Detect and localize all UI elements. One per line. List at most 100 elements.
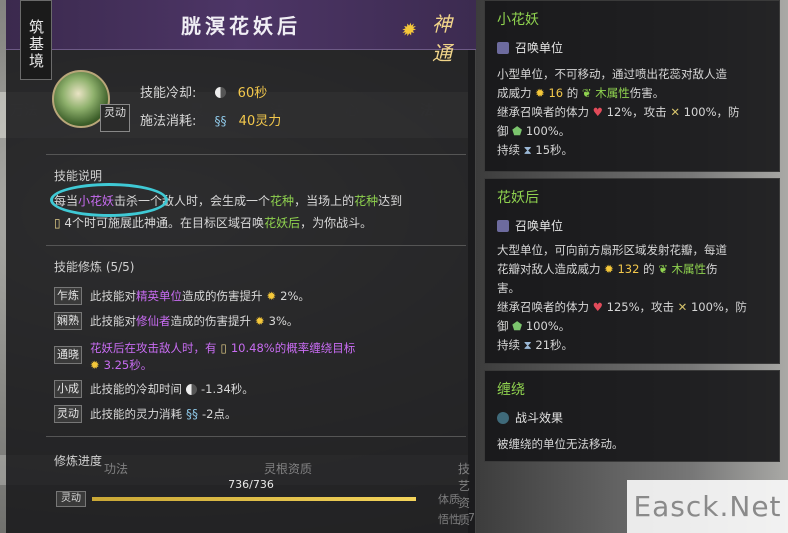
keyword: 精英单位 xyxy=(136,289,182,303)
shield-icon: ⬟ xyxy=(512,124,523,138)
keyword-flower-seed: 花种 xyxy=(270,194,295,208)
cooldown-stat: 技能冷却: 60秒 xyxy=(140,82,267,101)
swirl-icon xyxy=(497,411,509,424)
card-text: 的 xyxy=(643,262,655,276)
progress-bar xyxy=(92,497,416,501)
card-title: 小花妖 xyxy=(497,12,539,28)
cooldown-icon xyxy=(214,87,226,98)
spirit-icon: §§ xyxy=(214,114,227,128)
row-text: 此技能对 xyxy=(90,289,136,303)
row-value: 3%。 xyxy=(268,314,299,328)
card-text: 的 xyxy=(566,86,579,100)
desc-text: ，当场上的 xyxy=(294,194,355,208)
card-body: 被缠绕的单位无法移动。 xyxy=(497,435,773,454)
card-value: 16 xyxy=(548,86,564,100)
badge-text: 神通 xyxy=(432,12,452,65)
sun-icon: ✹ xyxy=(266,289,277,303)
cooldown-icon xyxy=(186,383,197,395)
card-text: 成威力 xyxy=(497,86,532,100)
card-text: 伤害。 xyxy=(629,86,665,100)
realm-tag: 筑基境 xyxy=(20,0,52,80)
highlight-circle xyxy=(50,183,168,217)
row-text: 造成的伤害提升 xyxy=(182,289,263,303)
hourglass-icon: ⧗ xyxy=(523,143,532,157)
cost-label: 施法消耗: xyxy=(140,114,197,129)
card-text: 持续 xyxy=(497,338,520,352)
sun-icon: ✹ xyxy=(535,86,545,100)
row-text: 此技能对 xyxy=(90,314,136,328)
cost-value: 40灵力 xyxy=(238,114,282,129)
card-text: 继承召唤者的体力 xyxy=(497,300,589,314)
sun-icon: ✹ xyxy=(604,262,614,276)
stage-tag: 乍炼 xyxy=(54,287,82,305)
info-card-flower-demon-queen: 花妖后 召唤单位 大型单位，可向前方扇形区域发射花瓣，每道 花瓣对敌人造成威力 … xyxy=(484,178,780,364)
card-value: 100%，防 xyxy=(683,105,740,119)
bg-stat-label: 体质 xyxy=(438,493,460,506)
desc-text: 4个时可施展此神通。在目标区域召唤 xyxy=(64,216,265,230)
row-value: -1.34秒。 xyxy=(201,382,254,396)
card-keyword: 木属性 xyxy=(595,86,630,100)
progress-text: 736/736 xyxy=(228,478,274,491)
card-value: 12%，攻击 xyxy=(606,105,667,119)
card-body: 小型单位，不可移动，通过喷出花蕊对敌人造 成威力 ✹ 16 的 ❦ 木属性伤害。… xyxy=(497,65,773,160)
card-text: 御 xyxy=(497,319,509,333)
cooldown-value: 60秒 xyxy=(237,86,268,101)
card-title: 花妖后 xyxy=(497,190,539,206)
progress-tag: 灵动 xyxy=(56,491,86,507)
divider xyxy=(46,154,466,155)
card-keyword: 木属性 xyxy=(671,262,707,276)
summon-icon xyxy=(497,41,509,54)
card-value: 15秒。 xyxy=(535,143,574,157)
link-flower-demon-queen[interactable]: 花妖后 xyxy=(264,216,300,230)
card-subtitle-text: 战斗效果 xyxy=(515,411,564,425)
card-title: 缠绕 xyxy=(497,382,525,398)
card-value: 132 xyxy=(617,262,640,276)
bg-stat-value: 7 xyxy=(468,511,475,524)
card-line: 被缠绕的单位无法移动。 xyxy=(497,437,624,451)
swords-icon: ✕ xyxy=(670,105,680,119)
bg-stat-label: 悟性 xyxy=(438,513,460,526)
cultivation-title: 技能修炼 (5/5) xyxy=(54,260,135,274)
card-subtitle: 召唤单位 xyxy=(497,217,563,234)
divine-ability-badge: ✹ 神通 xyxy=(396,6,466,65)
watermark: Easck.Net xyxy=(627,480,788,533)
stage-tag: 娴熟 xyxy=(54,312,82,330)
cultivation-row: 娴熟 此技能对 修仙者 造成的伤害提升 ✹ 3%。 xyxy=(54,312,298,330)
keyword: 修仙者 xyxy=(136,314,171,328)
cooldown-label: 技能冷却: xyxy=(140,86,197,101)
card-value: 125%，攻击 xyxy=(606,300,675,314)
bg-tab-label: 灵根资质 xyxy=(264,462,313,476)
stage-tag: 小成 xyxy=(54,380,82,398)
info-card-small-flower-demon: 小花妖 召唤单位 小型单位，不可移动，通过喷出花蕊对敌人造 成威力 ✹ 16 的… xyxy=(484,0,780,172)
leaf-icon: ❦ xyxy=(581,86,592,100)
cultivation-row: 乍炼 此技能对 精英单位 造成的伤害提升 ✹ 2%。 xyxy=(54,287,310,305)
cultivation-row: 灵动 此技能的灵力消耗 §§ -2点。 xyxy=(54,405,236,423)
card-line: 大型单位，可向前方扇形区域发射花瓣，每道 xyxy=(497,243,727,257)
card-line: 害。 xyxy=(497,281,520,295)
cost-stat: 施法消耗: §§ 40灵力 xyxy=(140,110,281,129)
card-text: 持续 xyxy=(497,143,520,157)
sun-icon: ✹ xyxy=(400,20,416,41)
row-text: 花妖后在攻击敌人时，有 xyxy=(90,341,217,355)
shield-icon: ⬟ xyxy=(512,319,523,333)
stage-tag: 灵动 xyxy=(54,405,82,423)
sun-icon: ✹ xyxy=(255,314,265,328)
row-value: -2点。 xyxy=(202,407,237,421)
card-line: 小型单位，不可移动，通过喷出花蕊对敌人造 xyxy=(497,67,727,81)
scroll-icon: ▯ xyxy=(54,216,65,230)
desc-text: ，为你战斗。 xyxy=(300,216,373,230)
card-subtitle: 战斗效果 xyxy=(497,409,563,426)
progress-fill xyxy=(92,497,416,501)
sun-icon: ✹ xyxy=(90,358,100,372)
description-title: 技能说明 xyxy=(54,169,103,183)
card-subtitle-text: 召唤单位 xyxy=(515,219,564,233)
row-text: 10.48%的概率缠绕目标 xyxy=(230,341,356,355)
desc-text: 达到 xyxy=(378,194,403,208)
card-value: 100%，防 xyxy=(690,300,747,314)
cultivation-row: 通晓 花妖后在攻击敌人时，有 ▯ 10.48%的概率缠绕目标 ✹ 3.25秒。 xyxy=(54,340,355,374)
divider xyxy=(46,245,466,246)
scroll-icon: ▯ xyxy=(220,341,227,355)
skill-detail-panel: 胱溟花妖后 ✹ 神通 筑基境 灵动 技能冷却: 60秒 施法消耗: §§ 40灵… xyxy=(6,0,476,533)
row-text: 造成的伤害提升 xyxy=(170,314,252,328)
summon-icon xyxy=(497,219,509,232)
